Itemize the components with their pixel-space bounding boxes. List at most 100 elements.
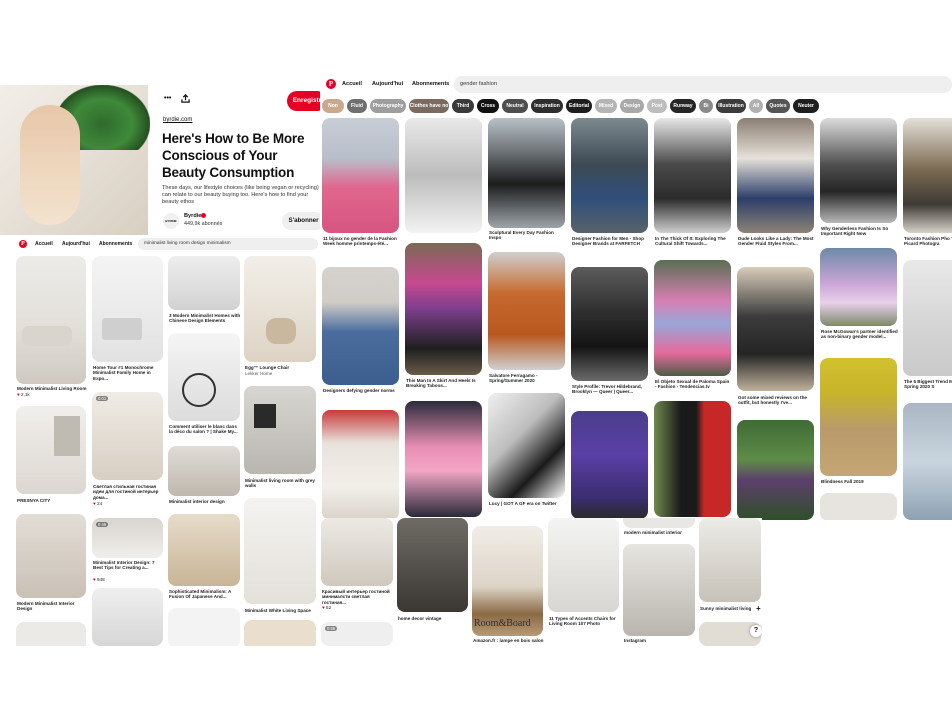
pin-living-room-6[interactable] (16, 406, 86, 494)
filter-chip[interactable]: Inspiration (531, 99, 563, 113)
author-name[interactable]: Byrdie (184, 213, 201, 219)
source-link[interactable]: byrdie.com (163, 117, 192, 123)
filter-chip[interactable]: Clothes have no (409, 99, 449, 113)
pin-fashion-purple-coat[interactable] (571, 411, 648, 519)
filter-chip[interactable]: Illustration (716, 99, 746, 113)
filter-chip[interactable]: Bi (699, 99, 713, 113)
pin-interior-instagram[interactable] (623, 544, 695, 636)
pin-caption: Amazon.fr : lampe en bois salon (473, 638, 544, 643)
pin-interior-sofa[interactable] (321, 518, 393, 586)
nav-today[interactable]: Aujourd'hui (372, 81, 403, 87)
pin-fashion-tulle-skirt[interactable] (405, 118, 482, 233)
pin-fashion-white-jacket[interactable] (322, 410, 399, 520)
nav-today[interactable]: Aujourd'hui (62, 241, 90, 247)
pin-living-room-13[interactable] (244, 498, 316, 604)
pin-fashion-mirror-skirt[interactable] (737, 267, 814, 391)
pin-fashion-red-mailbox[interactable] (654, 401, 731, 517)
add-icon[interactable]: + (756, 604, 761, 613)
pin-living-room-9[interactable] (244, 386, 316, 474)
pin-living-room-17[interactable] (244, 620, 316, 646)
more-options-icon[interactable]: ••• (164, 95, 171, 102)
filter-chip[interactable]: Post (647, 99, 667, 113)
pin-title: Here's How to Be More Conscious of Your … (162, 131, 305, 180)
pin-fashion-street-black[interactable] (488, 118, 565, 228)
pin-living-room-10[interactable] (16, 514, 86, 598)
pin-fashion-orange-suit[interactable] (488, 252, 565, 370)
pinterest-logo[interactable]: P (19, 240, 27, 248)
pin-fashion-toronto[interactable] (903, 118, 952, 233)
pin-living-room-14[interactable] (16, 622, 86, 646)
pin-fashion-bw-portrait[interactable] (488, 393, 565, 498)
pin-living-room-3[interactable] (168, 256, 240, 310)
search-input[interactable]: gender fashion (454, 76, 952, 93)
pin-interior-sunny[interactable] (699, 518, 761, 602)
nav-subscriptions[interactable]: Abonnements (99, 241, 132, 247)
help-button[interactable]: ? (750, 625, 762, 637)
filter-chip[interactable]: Quotes (766, 99, 790, 113)
share-icon[interactable] (181, 94, 190, 103)
pin-interior-minimal[interactable] (623, 518, 695, 528)
pin-caption: Красивый интерьер гостиной минималсти св… (322, 589, 390, 605)
pin-fashion-pink-sweater[interactable] (322, 118, 399, 233)
pin-fashion-man-skirt[interactable] (405, 243, 482, 375)
pinterest-logo[interactable]: P (326, 79, 336, 89)
pin-interior-chair[interactable]: 0:56 (321, 622, 393, 646)
pin-caption: Sophisticated Minimalism: A Fusion Of Ja… (169, 589, 232, 600)
pin-caption: Modern Minimalist Interior Design (17, 601, 75, 612)
pin-interior-accent-chair[interactable] (548, 518, 619, 612)
woman-figure (20, 105, 80, 225)
pin-fashion-genderless[interactable] (820, 118, 897, 223)
pin-fashion-blindness[interactable] (820, 358, 897, 476)
filter-chip[interactable]: Neutral (502, 99, 528, 113)
pin-fashion-blue-bob[interactable] (903, 403, 952, 520)
pin-fashion-queer-style[interactable] (571, 267, 648, 381)
pin-fashion-trends[interactable] (903, 260, 952, 376)
pin-fashion-tartan-forest[interactable] (737, 420, 814, 520)
pin-caption: Salvatore Ferragamo - Spring/Summer 2020 (489, 373, 538, 384)
pin-fashion-cultural-shift[interactable] (654, 118, 731, 233)
follow-button[interactable]: S'abonner (282, 212, 325, 230)
pin-fashion-lady-styles[interactable] (737, 118, 814, 233)
author-avatar[interactable]: BYRDIE (163, 213, 179, 229)
pin-caption: home decor vintage (398, 616, 442, 621)
pin-fashion-paloma-spain[interactable] (654, 260, 731, 376)
nav-home[interactable]: Accueil (342, 81, 362, 87)
pin-interior-vintage[interactable] (397, 518, 468, 612)
pin-fashion-mcgowan[interactable] (820, 248, 897, 326)
pin-living-room-15[interactable] (92, 588, 163, 646)
filter-chip[interactable]: Cross (477, 99, 499, 113)
search-input[interactable]: minimalist living room design minimalism (138, 238, 318, 250)
pin-interior-lamp[interactable]: Room&Board (472, 526, 543, 636)
pin-living-room-12[interactable] (168, 514, 240, 586)
pin-living-room-11[interactable]: 0:46 (92, 518, 163, 558)
pin-image-woman-plant[interactable] (0, 85, 150, 235)
pin-living-room-5[interactable] (168, 333, 240, 421)
filter-chip[interactable]: Photography (370, 99, 406, 113)
pin-living-room-7[interactable]: 0:01 (92, 392, 163, 480)
nav-home[interactable]: Accueil (35, 241, 53, 247)
heart-icon: ♥ (93, 577, 96, 582)
filter-chip[interactable]: Fluid (347, 99, 367, 113)
pin-caption: Minimalist interior design (169, 499, 225, 504)
pin-living-room-8[interactable] (168, 446, 240, 496)
pin-living-room-2[interactable] (92, 256, 163, 362)
nav-subscriptions[interactable]: Abonnements (412, 81, 449, 87)
filter-chip[interactable]: Runway (670, 99, 696, 113)
pin-living-room-1[interactable] (16, 256, 86, 384)
pin-living-room-16[interactable] (168, 608, 240, 646)
filter-chip[interactable]: Neuter (793, 99, 819, 113)
pin-fashion-farfetch[interactable] (571, 118, 648, 233)
filter-chip[interactable]: Non (322, 99, 344, 113)
filter-chip[interactable]: Third (452, 99, 474, 113)
pin-caption: Dude Looks Like a Lady: The Most Gender … (738, 236, 814, 247)
pin-caption: Sculptural Every Day Fashion Inspo (489, 230, 554, 241)
pin-fashion-extra[interactable] (820, 493, 897, 520)
pin-fashion-pink-runway[interactable] (405, 401, 482, 517)
filter-chip[interactable]: Editorial (566, 99, 592, 113)
filter-chip[interactable]: All (749, 99, 763, 113)
pin-caption: Rose McGowan's partner identified as non… (821, 329, 898, 340)
filter-chip[interactable]: Design (620, 99, 644, 113)
pin-fashion-denim-duo[interactable] (322, 267, 399, 385)
pin-living-room-4[interactable] (244, 256, 316, 362)
filter-chip[interactable]: Mixed (595, 99, 617, 113)
